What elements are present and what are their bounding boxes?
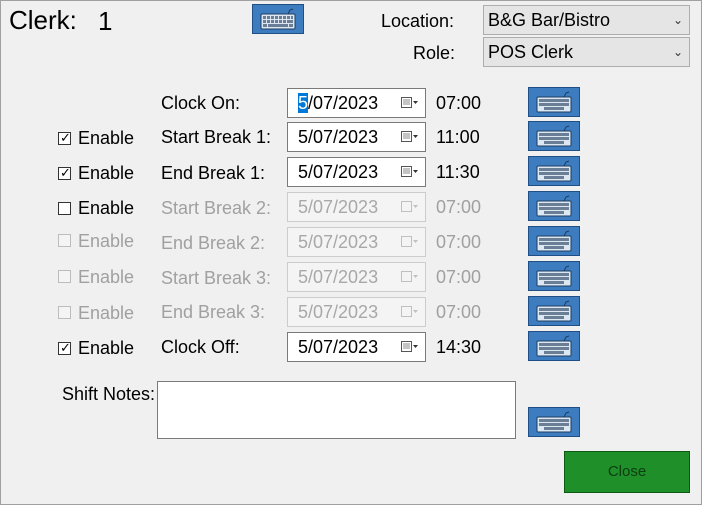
keyboard-button-start-break-3[interactable] bbox=[528, 261, 580, 291]
start-break-2-date-picker[interactable]: 5/07/2023 bbox=[287, 192, 426, 222]
end-break-1-time[interactable]: 11:30 bbox=[436, 161, 480, 183]
start-break-3-enable-label: Enable bbox=[78, 267, 135, 287]
end-break-3-label: End Break 3: bbox=[161, 302, 266, 322]
clock-off-enable-checkbox[interactable]: ✓ bbox=[58, 340, 71, 355]
start-break-1-date-picker[interactable]: 5/07/2023 bbox=[287, 122, 426, 152]
clerk-number: 1 bbox=[98, 6, 113, 36]
keyboard-icon bbox=[536, 335, 572, 357]
start-break-1-enable-checkbox[interactable]: ✓ bbox=[58, 130, 71, 145]
start-break-2-label: Start Break 2: bbox=[161, 198, 272, 218]
clock-off-date-picker[interactable]: 5/07/2023 bbox=[287, 332, 426, 362]
calendar-dropdown-icon[interactable] bbox=[401, 97, 419, 109]
end-break-2-enable-checkbox[interactable] bbox=[58, 234, 71, 247]
end-break-3-enable-label: Enable bbox=[78, 303, 135, 323]
keyboard-button-clock-on[interactable] bbox=[528, 87, 580, 117]
calendar-dropdown-icon[interactable] bbox=[401, 166, 419, 178]
keyboard-icon bbox=[536, 300, 572, 322]
clock-off-label: Clock Off: bbox=[161, 337, 240, 357]
checkmark-icon: ✓ bbox=[60, 165, 71, 180]
keyboard-icon bbox=[536, 125, 572, 147]
end-break-3-time[interactable]: 07:00 bbox=[436, 301, 481, 323]
end-break-1-enable-label: Enable bbox=[78, 163, 135, 183]
clock-on-time[interactable]: 07:00 bbox=[436, 92, 481, 114]
calendar-dropdown-icon bbox=[401, 306, 418, 317]
shift-notes-input[interactable] bbox=[157, 381, 516, 439]
calendar-dropdown-icon[interactable] bbox=[401, 131, 419, 143]
start-break-3-time[interactable]: 07:00 bbox=[436, 266, 481, 288]
start-break-1-label: Start Break 1: bbox=[161, 127, 272, 147]
end-break-3-date-picker[interactable]: 5/07/2023 bbox=[287, 297, 426, 327]
clerk-label: Clerk: bbox=[9, 5, 77, 35]
clock-times-window: Clerk: 1 Location: B&G Bar/Bistro ⌄ Role… bbox=[0, 0, 702, 505]
calendar-dropdown-icon bbox=[401, 271, 418, 282]
end-break-2-time[interactable]: 07:00 bbox=[436, 231, 481, 253]
start-break-3-date-picker[interactable]: 5/07/2023 bbox=[287, 262, 426, 292]
start-break-3-label: Start Break 3: bbox=[161, 268, 272, 288]
clock-off-date: 5/07/2023 bbox=[298, 337, 379, 357]
start-break-1-enable-label: Enable bbox=[78, 128, 135, 148]
shift-notes-label: Shift Notes: bbox=[62, 384, 156, 404]
calendar-dropdown-icon bbox=[401, 201, 418, 212]
keyboard-button-end-break-2[interactable] bbox=[528, 226, 580, 256]
end-break-1-label: End Break 1: bbox=[161, 163, 266, 183]
start-break-2-time[interactable]: 07:00 bbox=[436, 196, 481, 218]
keyboard-button-end-break-1[interactable] bbox=[528, 156, 580, 186]
keyboard-icon bbox=[536, 265, 572, 287]
start-break-3-date: 5/07/2023 bbox=[298, 267, 379, 287]
end-break-2-date: 5/07/2023 bbox=[298, 232, 379, 252]
checkmark-icon: ✓ bbox=[60, 130, 71, 145]
role-label: Role: bbox=[413, 43, 456, 63]
keyboard-button-start-break-2[interactable] bbox=[528, 191, 580, 221]
location-label: Location: bbox=[381, 11, 455, 31]
clock-off-enable-label: Enable bbox=[78, 338, 135, 358]
clock-off-time[interactable]: 14:30 bbox=[436, 336, 481, 358]
end-break-1-enable-checkbox[interactable]: ✓ bbox=[58, 165, 71, 180]
clock-on-date-picker[interactable]: 5/07/2023 bbox=[287, 88, 426, 118]
role-value: POS Clerk bbox=[488, 42, 574, 62]
start-break-2-enable-label: Enable bbox=[78, 198, 135, 218]
close-button[interactable]: Close bbox=[564, 451, 690, 493]
clock-on-date-rest: /07/2023 bbox=[308, 93, 379, 113]
keyboard-button-end-break-3[interactable] bbox=[528, 296, 580, 326]
chevron-down-icon: ⌄ bbox=[672, 13, 683, 27]
end-break-1-date-picker[interactable]: 5/07/2023 bbox=[287, 157, 426, 187]
end-break-3-date: 5/07/2023 bbox=[298, 302, 379, 322]
keyboard-icon bbox=[536, 91, 572, 113]
keyboard-icon bbox=[536, 160, 572, 182]
keyboard-button-header[interactable] bbox=[252, 4, 304, 34]
end-break-2-date-picker[interactable]: 5/07/2023 bbox=[287, 227, 426, 257]
clock-on-date-selected: 5 bbox=[298, 93, 309, 113]
chevron-down-icon: ⌄ bbox=[672, 45, 683, 59]
calendar-dropdown-icon[interactable] bbox=[401, 341, 419, 353]
keyboard-icon bbox=[536, 230, 572, 252]
end-break-3-enable-checkbox[interactable] bbox=[58, 306, 71, 319]
keyboard-button-shift-notes[interactable] bbox=[528, 407, 580, 437]
keyboard-button-clock-off[interactable] bbox=[528, 331, 580, 361]
clock-on-label: Clock On: bbox=[161, 93, 241, 113]
keyboard-button-start-break-1[interactable] bbox=[528, 121, 580, 151]
checkmark-icon: ✓ bbox=[60, 340, 71, 355]
end-break-2-enable-label: Enable bbox=[78, 231, 135, 251]
role-select[interactable]: POS Clerk ⌄ bbox=[483, 37, 690, 67]
start-break-2-enable-checkbox[interactable] bbox=[58, 202, 71, 215]
start-break-2-date: 5/07/2023 bbox=[298, 197, 379, 217]
calendar-dropdown-icon bbox=[401, 236, 418, 247]
end-break-1-date: 5/07/2023 bbox=[298, 162, 379, 182]
start-break-3-enable-checkbox[interactable] bbox=[58, 270, 71, 283]
start-break-1-time[interactable]: 11:00 bbox=[436, 126, 480, 148]
keyboard-icon bbox=[260, 8, 296, 30]
location-select[interactable]: B&G Bar/Bistro ⌄ bbox=[483, 5, 690, 35]
start-break-1-date: 5/07/2023 bbox=[298, 127, 379, 147]
keyboard-icon bbox=[536, 195, 572, 217]
location-value: B&G Bar/Bistro bbox=[488, 10, 611, 30]
end-break-2-label: End Break 2: bbox=[161, 233, 266, 253]
keyboard-icon bbox=[536, 411, 572, 433]
